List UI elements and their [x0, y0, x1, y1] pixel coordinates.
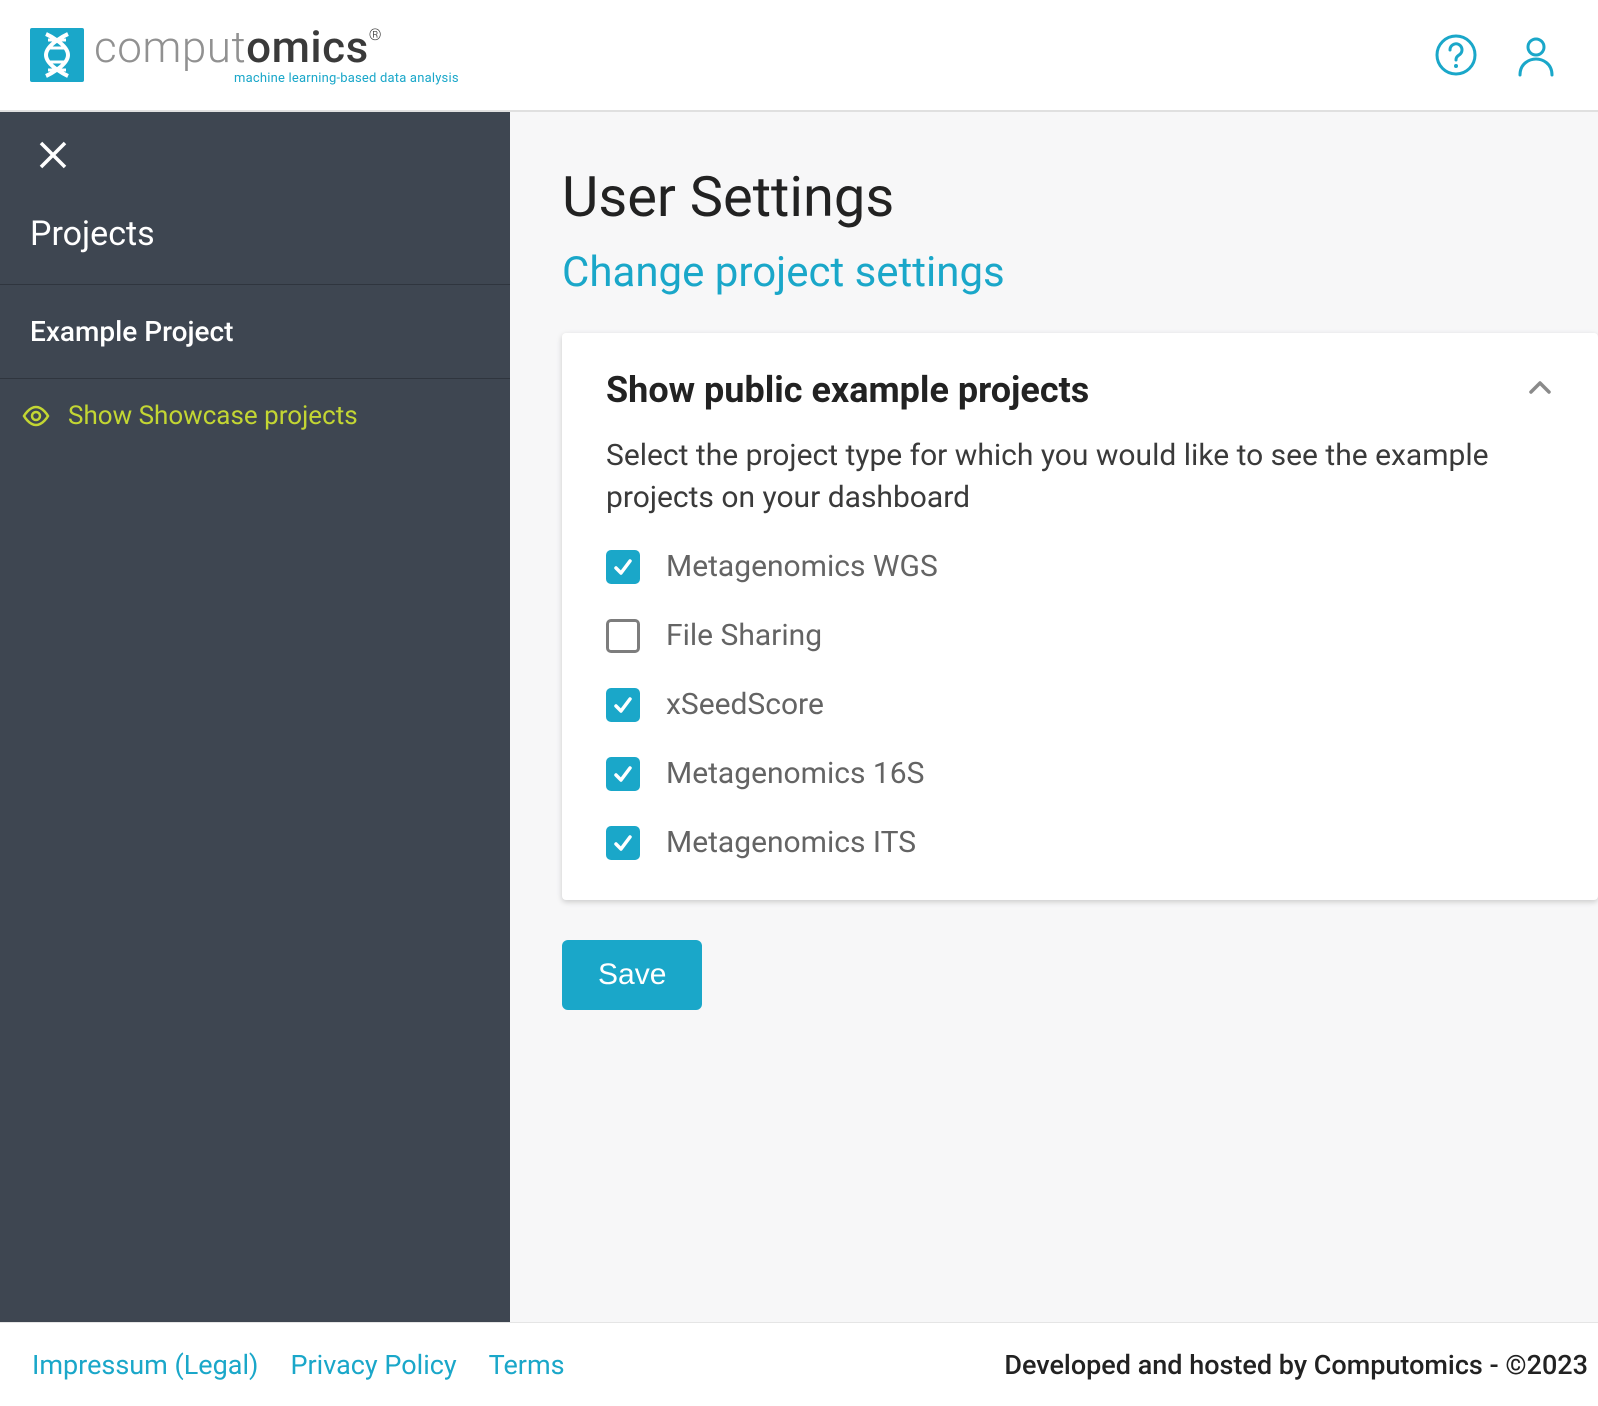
brand-registered: ®	[369, 25, 382, 44]
brand-logo-icon	[30, 28, 84, 82]
checkbox[interactable]	[606, 688, 640, 722]
brand-logo-text: computomics® machine learning-based data…	[94, 25, 459, 86]
brand-name-part1: comput	[94, 21, 246, 73]
checkbox[interactable]	[606, 826, 640, 860]
check-icon	[612, 763, 634, 785]
option-label: Metagenomics ITS	[666, 825, 916, 860]
footer: Impressum (Legal) Privacy Policy Terms D…	[0, 1322, 1598, 1406]
eye-icon	[22, 402, 50, 430]
page-title: User Settings	[562, 164, 1598, 230]
help-icon[interactable]	[1434, 33, 1478, 77]
brand-tagline: machine learning-based data analysis	[234, 71, 459, 86]
settings-card: Show public example projects Select the …	[562, 333, 1598, 900]
checkbox[interactable]	[606, 550, 640, 584]
sidebar-close-button[interactable]	[0, 112, 510, 196]
close-icon	[38, 140, 68, 170]
option-label: Metagenomics 16S	[666, 756, 924, 791]
main-content: User Settings Change project settings Sh…	[510, 112, 1598, 1322]
footer-link-impressum[interactable]: Impressum (Legal)	[32, 1349, 258, 1381]
sidebar-showcase-label: Show Showcase projects	[68, 401, 358, 431]
checkbox[interactable]	[606, 757, 640, 791]
brand-logo[interactable]: computomics® machine learning-based data…	[30, 25, 459, 86]
footer-credit: Developed and hosted by Computomics - ©2…	[1004, 1349, 1588, 1381]
card-title: Show public example projects	[606, 369, 1089, 411]
chevron-up-icon	[1526, 374, 1554, 402]
option-label: xSeedScore	[666, 687, 824, 722]
brand-name-part2: omics	[246, 21, 369, 73]
checkbox[interactable]	[606, 619, 640, 653]
option-row[interactable]: Metagenomics ITS	[606, 825, 1554, 860]
footer-link-terms[interactable]: Terms	[489, 1349, 565, 1381]
check-icon	[612, 694, 634, 716]
sidebar-item-label: Example Project	[30, 315, 233, 348]
sidebar: Projects Example Project Show Showcase p…	[0, 112, 510, 1322]
option-label: Metagenomics WGS	[666, 549, 938, 584]
page-subtitle: Change project settings	[562, 248, 1598, 297]
sidebar-item-example-project[interactable]: Example Project	[0, 285, 510, 379]
sidebar-section-title: Projects	[0, 196, 510, 285]
check-icon	[612, 832, 634, 854]
save-button[interactable]: Save	[562, 940, 702, 1010]
card-description: Select the project type for which you wo…	[606, 435, 1554, 519]
option-row[interactable]: Metagenomics 16S	[606, 756, 1554, 791]
header: computomics® machine learning-based data…	[0, 0, 1598, 112]
option-label: File Sharing	[666, 618, 822, 653]
sidebar-showcase-link[interactable]: Show Showcase projects	[0, 379, 510, 431]
card-collapse-button[interactable]	[1526, 374, 1554, 406]
option-row[interactable]: File Sharing	[606, 618, 1554, 653]
footer-link-privacy[interactable]: Privacy Policy	[290, 1349, 456, 1381]
option-row[interactable]: xSeedScore	[606, 687, 1554, 722]
check-icon	[612, 556, 634, 578]
user-icon[interactable]	[1514, 33, 1558, 77]
option-row[interactable]: Metagenomics WGS	[606, 549, 1554, 584]
